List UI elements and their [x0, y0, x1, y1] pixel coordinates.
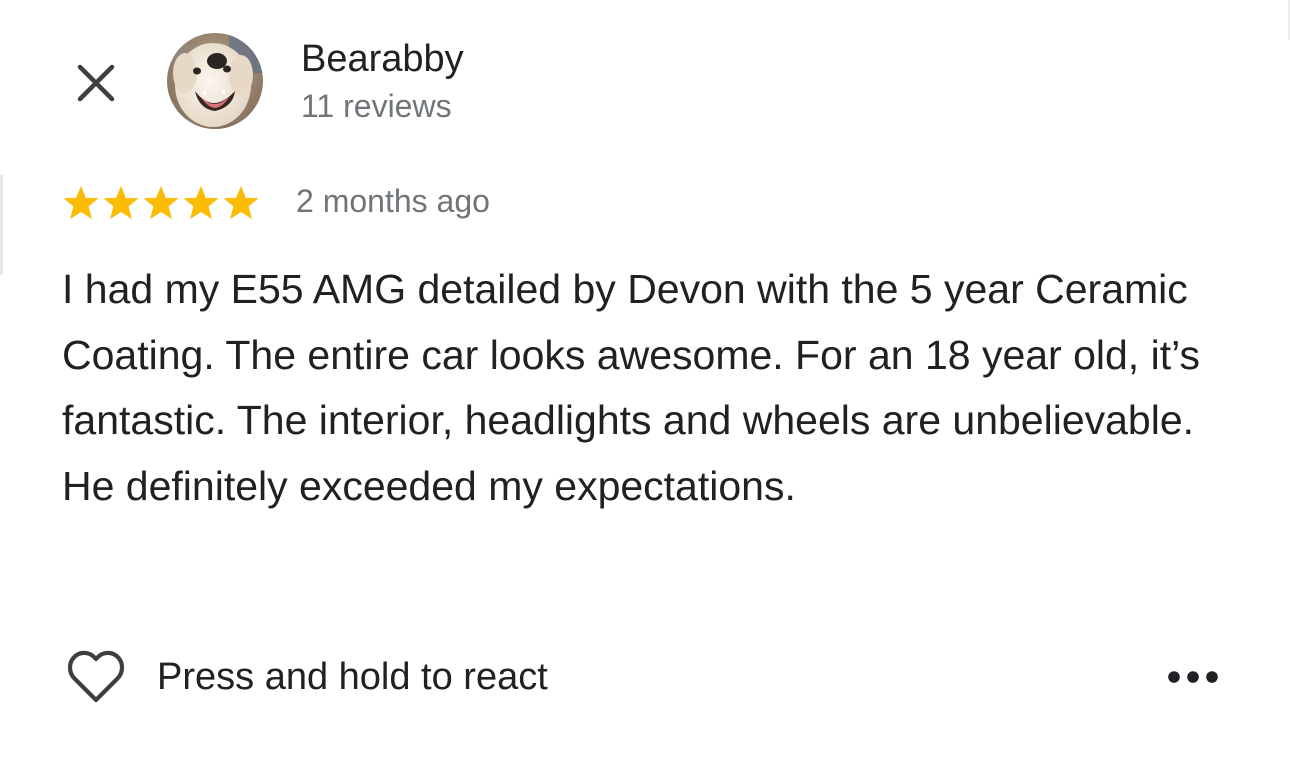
left-edge-divider	[0, 175, 3, 275]
star-icon	[183, 185, 219, 220]
avatar[interactable]	[167, 33, 263, 129]
review-timestamp: 2 months ago	[296, 183, 490, 219]
react-button[interactable]: Press and hold to react	[64, 645, 548, 709]
more-horizontal-icon	[1168, 671, 1218, 683]
heart-outline-icon[interactable]	[64, 645, 128, 709]
close-button[interactable]	[68, 55, 124, 111]
star-icon	[143, 185, 179, 220]
reviewer-review-count: 11 reviews	[301, 88, 452, 124]
star-icon	[223, 185, 259, 220]
more-options-button[interactable]	[1160, 652, 1226, 702]
star-rating	[62, 184, 260, 222]
dog-avatar	[167, 33, 263, 129]
review-text: I had my E55 AMG detailed by Devon with …	[62, 266, 1200, 509]
react-label: Press and hold to react	[157, 655, 548, 698]
close-icon	[77, 64, 115, 102]
reviewer-name[interactable]: Bearabby	[301, 38, 464, 81]
star-icon	[103, 185, 139, 220]
star-icon	[63, 185, 99, 220]
review-detail-page: Bearabby 11 reviews 2 months ago I had m…	[0, 0, 1290, 768]
